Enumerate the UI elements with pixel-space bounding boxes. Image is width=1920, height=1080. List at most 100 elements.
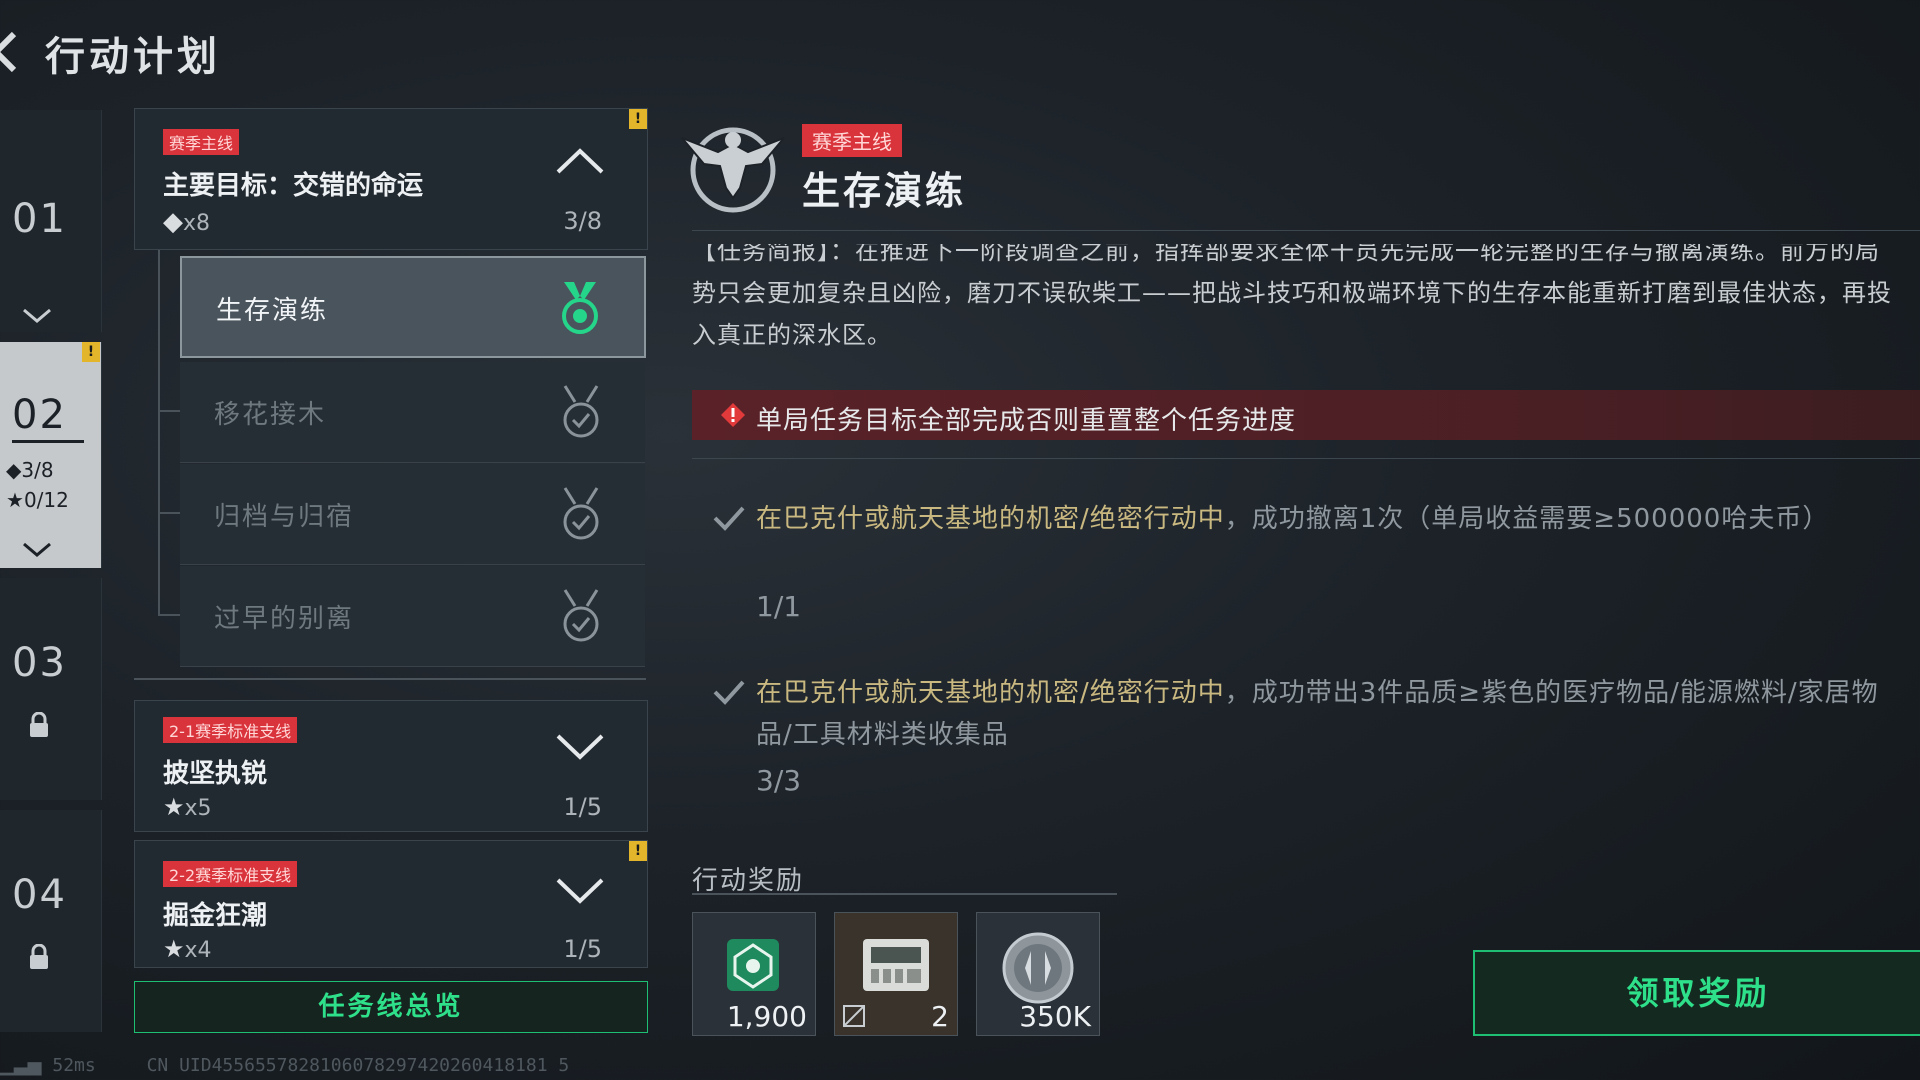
description-text: 【任务简报】：在推进下一阶段调查之前，指挥部要求全体干员先完成一轮完整的生存与撤… (692, 244, 1892, 349)
chapter-tab-02[interactable]: ! 02 ◆3/8 ★0/12 (0, 342, 102, 568)
ping-value: 52ms (52, 1055, 96, 1076)
tree-branch (158, 410, 180, 412)
reward-quantity: 1,900 (726, 1000, 807, 1033)
reward-count-value: x4 (184, 938, 212, 963)
sub-mission-item[interactable]: 过早的别离 (180, 566, 645, 667)
divider (692, 458, 1920, 459)
star-icon: ★ (163, 935, 185, 963)
mission-title: 主要目标：交错的命运 (163, 171, 424, 201)
objective-rest: ，成功撤离1次（单局收益需要≥500000哈夫币） (1224, 504, 1830, 534)
chevron-up-icon[interactable] (555, 147, 605, 175)
star-progress-value: 0/12 (23, 488, 69, 512)
warning-banner: 单局任务目标全部完成否则重置整个任务进度 (692, 390, 1920, 440)
medal-active-icon (562, 282, 598, 334)
mission-reward-count: ★x4 (163, 935, 212, 963)
chapter-number: 01 (12, 196, 67, 242)
mission-reward-count: ◆x8 (163, 207, 210, 237)
mission-card-2-2[interactable]: ! 2-2赛季标准支线 掘金狂潮 ★x4 1/5 (134, 840, 648, 968)
sub-mission-item[interactable]: 归档与归宿 (180, 464, 645, 565)
objective-item: 在巴克什或航天基地的机密/绝密行动中，成功带出3件品质≥紫色的医疗物品/能源燃料… (712, 672, 1892, 812)
reward-item[interactable]: 2 (834, 912, 958, 1036)
tag-label: 2-2赛季标准支线 (163, 861, 298, 887)
alert-icon: ! (629, 109, 647, 129)
alert-icon: ! (629, 841, 647, 861)
reward-item[interactable]: 350K (976, 912, 1100, 1036)
medal-complete-icon (563, 487, 599, 540)
mission-tag: 2-2赛季标准支线 (163, 861, 298, 887)
tag-label: 2-1赛季标准支线 (163, 717, 298, 743)
sub-mission-label: 归档与归宿 (214, 502, 355, 532)
diamond-progress-value: 3/8 (21, 458, 54, 482)
mission-description: 【任务简报】：在推进下一阶段调查之前，指挥部要求全体干员先完成一轮完整的生存与撤… (692, 244, 1902, 362)
back-icon[interactable] (0, 30, 26, 74)
divider (134, 678, 646, 680)
warning-icon (721, 403, 745, 427)
coin-icon (1002, 932, 1074, 1004)
detail-tag: 赛季主线 (802, 124, 902, 157)
chapter-tab-01[interactable]: 01 (0, 110, 102, 332)
chevron-down-icon (23, 308, 51, 323)
chapter-tab-03[interactable]: 03 (0, 578, 102, 800)
mission-tag: 2-1赛季标准支线 (163, 717, 298, 743)
mission-reward-count: ★x5 (163, 793, 212, 821)
check-icon (713, 506, 745, 531)
mission-progress: 3/8 (563, 207, 602, 235)
status-bar: ▁▃▅ 52ms CN UID4556557828106078297420260… (0, 1055, 569, 1079)
claim-reward-button[interactable]: 领取奖励 (1473, 950, 1920, 1036)
badge-icon (727, 939, 779, 991)
chevron-down-icon[interactable] (555, 877, 605, 905)
page-title: 行动计划 (45, 34, 221, 80)
chapter-tab-04[interactable]: 04 (0, 810, 102, 1032)
uid-text: CN UID4556557828106078297420260418181 5 (146, 1055, 570, 1076)
reward-count-value: x5 (184, 796, 212, 821)
sub-mission-item[interactable]: 生存演练 (180, 256, 646, 358)
mission-card-2-1[interactable]: 2-1赛季标准支线 披坚执锐 ★x5 1/5 (134, 700, 648, 832)
divider (692, 230, 1920, 231)
chapter-diamond-progress: ◆3/8 (6, 458, 54, 482)
no-trade-icon (843, 1005, 865, 1027)
objective-progress: 1/1 (756, 590, 802, 623)
mission-overview-button[interactable]: 任务线总览 (134, 981, 648, 1033)
sub-mission-label: 移花接木 (214, 400, 327, 430)
mission-title: 掘金狂潮 (163, 901, 268, 931)
mission-title: 披坚执锐 (163, 759, 268, 789)
tree-line (158, 250, 160, 614)
detail-title: 生存演练 (802, 169, 967, 213)
mission-progress: 1/5 (563, 935, 602, 963)
alert-icon: ! (82, 342, 100, 362)
tag-label: 赛季主线 (163, 129, 240, 155)
reward-item[interactable]: 1,900 (692, 912, 816, 1036)
diamond-icon: ◆ (163, 207, 183, 237)
reward-quantity: 2 (931, 1000, 949, 1033)
objective-progress: 3/3 (756, 764, 802, 797)
sub-mission-item[interactable]: 移花接木 (180, 362, 645, 463)
chapter-number: 03 (12, 640, 67, 686)
tree-branch (158, 512, 180, 514)
lock-icon (30, 944, 48, 969)
chevron-down-icon[interactable] (555, 733, 605, 761)
signal-icon: ▁▃▅ (0, 1055, 42, 1076)
chapter-number: 04 (12, 872, 67, 918)
chevron-down-icon (23, 542, 51, 557)
objective-text: 在巴克什或航天基地的机密/绝密行动中，成功撤离1次（单局收益需要≥500000哈… (756, 498, 1896, 540)
star-icon: ★ (163, 793, 185, 821)
lock-icon (30, 712, 48, 737)
reward-section-label: 行动奖励 (692, 866, 805, 896)
sub-mission-label: 过早的别离 (214, 604, 355, 634)
objective-text: 在巴克什或航天基地的机密/绝密行动中，成功带出3件品质≥紫色的医疗物品/能源燃料… (756, 672, 1896, 756)
reward-quantity: 350K (1019, 1000, 1091, 1033)
divider (692, 893, 1117, 895)
chapter-underline (12, 440, 84, 443)
eagle-emblem-icon (681, 127, 785, 213)
objective-highlight: 在巴克什或航天基地的机密/绝密行动中 (756, 678, 1225, 708)
reward-count-value: x8 (183, 211, 211, 236)
check-icon (713, 680, 745, 705)
objective-item: 在巴克什或航天基地的机密/绝密行动中，成功撤离1次（单局收益需要≥500000哈… (712, 498, 1892, 638)
tag-label: 赛季主线 (802, 124, 902, 157)
mission-card-main[interactable]: ! 赛季主线 主要目标：交错的命运 ◆x8 3/8 (134, 108, 648, 250)
chapter-number: 02 (12, 392, 67, 438)
objective-highlight: 在巴克什或航天基地的机密/绝密行动中 (756, 504, 1225, 534)
sub-mission-label: 生存演练 (216, 296, 329, 326)
medal-complete-icon (563, 385, 599, 438)
warning-text: 单局任务目标全部完成否则重置整个任务进度 (756, 406, 1297, 436)
